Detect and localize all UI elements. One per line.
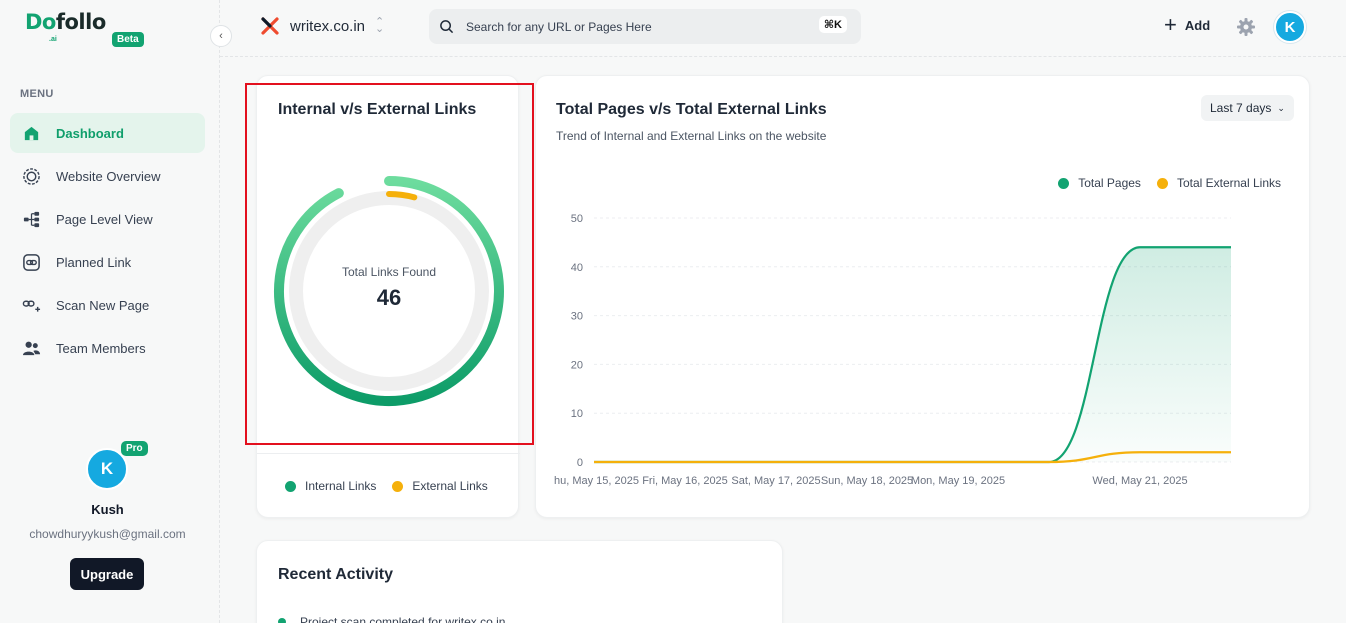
scan-icon: [21, 295, 41, 315]
sidebar-item-scan-new-page[interactable]: Scan New Page: [10, 285, 205, 325]
overview-icon: [21, 166, 41, 186]
upgrade-button[interactable]: Upgrade: [70, 558, 144, 590]
link-icon: [21, 252, 41, 272]
sidebar-item-label: Website Overview: [56, 168, 161, 184]
gear-icon[interactable]: [1236, 17, 1256, 37]
sidebar-item-team-members[interactable]: Team Members: [10, 328, 205, 368]
menu-title: MENU: [20, 88, 54, 100]
user-email: chowdhuryykush@gmail.com: [29, 527, 186, 541]
links-donut-card: Internal v/s External Links Total Links …: [256, 75, 520, 518]
x-tick-label: Wed, May 21, 2025: [1092, 475, 1187, 487]
y-tick-label: 10: [571, 408, 583, 420]
legend-dot: [285, 480, 296, 492]
total-links-label: Total Links Found: [341, 265, 437, 279]
total-pages-area: [594, 247, 1231, 462]
logo[interactable]: Dofollo .ai Beta: [25, 10, 144, 47]
sidebar-item-label: Team Members: [56, 340, 146, 356]
x-tick-label: Sat, May 17, 2025: [731, 475, 820, 487]
chevron-updown-icon: ⌃ ⌄: [375, 16, 385, 35]
avatar[interactable]: K: [1274, 11, 1306, 43]
legend-external-links[interactable]: External Links: [392, 479, 488, 493]
donut-legend: Internal Links External Links: [285, 479, 504, 493]
trend-chart-card: Total Pages v/s Total External Links Tre…: [535, 75, 1310, 518]
hierarchy-icon: [21, 209, 41, 229]
sidebar-item-label: Planned Link: [56, 254, 132, 270]
pro-badge: Pro: [121, 441, 148, 456]
legend-dot: [392, 480, 404, 492]
card-title: Internal v/s External Links: [278, 101, 477, 118]
y-tick-label: 50: [571, 213, 583, 225]
card-title: Recent Activity: [278, 566, 393, 583]
chevron-left-icon[interactable]: ‹: [210, 25, 232, 47]
sidebar-item-dashboard[interactable]: Dashboard: [10, 113, 205, 153]
trend-chart: 0 10 20 30 40 50 hu, May 15, 2025 Fri, May 16, …: [554, 213, 1231, 487]
sidebar-nav: Dashboard Website Overview Page Level Vi…: [10, 113, 205, 371]
donut-center: Total Links Found 46: [273, 175, 505, 407]
y-tick-label: 40: [571, 262, 583, 274]
activity-dot: [278, 618, 286, 623]
team-icon: [21, 338, 41, 358]
sidebar-item-label: Dashboard: [56, 125, 124, 141]
add-label: Add: [1184, 17, 1211, 33]
sidebar-item-planned-link[interactable]: Planned Link: [10, 242, 205, 282]
search-bar[interactable]: ⌘K: [429, 9, 861, 44]
y-tick-label: 0: [577, 457, 583, 469]
user-name: Kush: [91, 502, 124, 517]
site-selector[interactable]: writex.co.in ⌃ ⌄: [260, 16, 384, 36]
x-tick-label: Mon, May 19, 2025: [911, 475, 1005, 487]
sidebar-item-label: Scan New Page: [56, 297, 150, 313]
x-tick-label: hu, May 15, 2025: [554, 475, 639, 487]
sidebar-item-page-level-view[interactable]: Page Level View: [10, 199, 205, 239]
sidebar-item-label: Page Level View: [56, 211, 153, 227]
x-tick-label: Fri, May 16, 2025: [642, 475, 728, 487]
sidebar-item-website-overview[interactable]: Website Overview: [10, 156, 205, 196]
legend-internal-links[interactable]: Internal Links: [285, 479, 376, 493]
site-name: writex.co.in: [290, 17, 366, 35]
x-tick-label: Sun, May 18, 2025: [821, 475, 913, 487]
sidebar: Dofollo .ai Beta MENU Dashboard Website …: [0, 0, 220, 623]
total-links-value: 46: [376, 285, 402, 310]
beta-badge: Beta: [112, 32, 144, 47]
top-header: writex.co.in ⌃⌄ ⌘K + Add K: [220, 0, 1346, 57]
shortcut-badge: ⌘K: [818, 16, 847, 33]
plus-icon: +: [1164, 12, 1177, 37]
divider: [257, 453, 520, 454]
add-button[interactable]: + Add: [1164, 12, 1211, 37]
activity-item[interactable]: Project scan completed for writex.co.in: [278, 615, 505, 623]
y-tick-label: 20: [571, 359, 583, 371]
y-tick-label: 30: [571, 311, 583, 323]
home-icon: [21, 123, 41, 143]
site-logo-icon: [261, 17, 279, 35]
logo-suffix: .ai: [49, 36, 57, 43]
recent-activity-card: Recent Activity Project scan completed f…: [256, 540, 783, 623]
search-input[interactable]: [466, 19, 796, 34]
search-icon: [440, 20, 454, 34]
